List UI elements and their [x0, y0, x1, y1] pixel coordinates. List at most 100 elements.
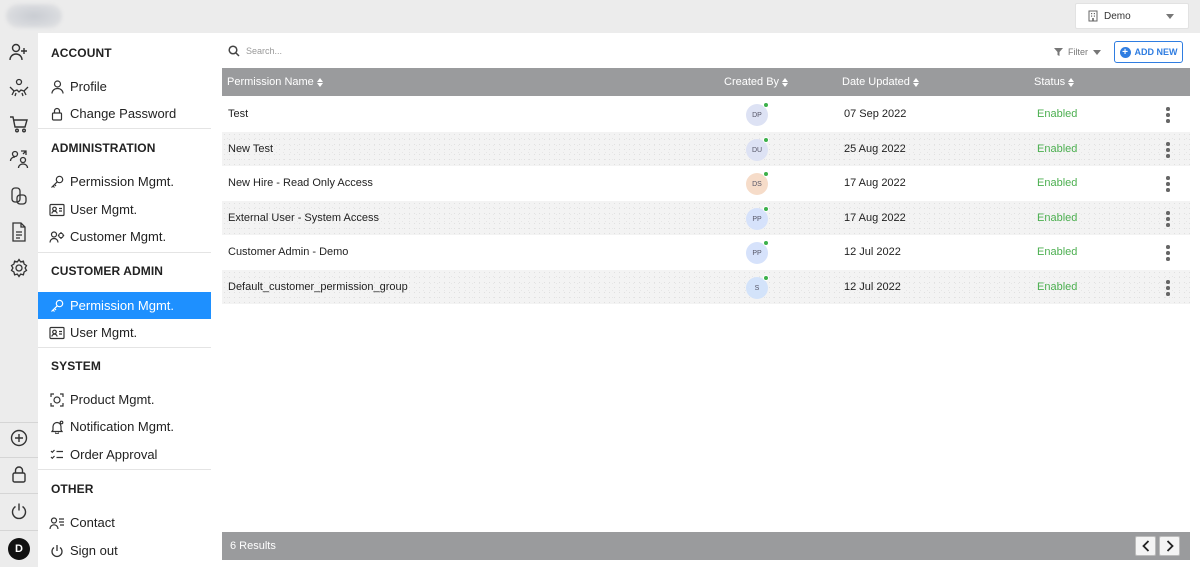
- online-status-dot: [763, 102, 769, 108]
- online-status-dot: [763, 137, 769, 143]
- search-input[interactable]: Search...: [246, 46, 282, 56]
- lock-icon[interactable]: [8, 463, 30, 485]
- table-row[interactable]: Test DP 07 Sep 2022 Enabled: [222, 97, 1190, 131]
- section-title-customer-admin: CUSTOMER ADMIN: [51, 264, 164, 278]
- gear-icon[interactable]: [8, 257, 30, 279]
- chevron-left-icon: [1141, 540, 1150, 552]
- filter-label: Filter: [1068, 47, 1088, 57]
- previous-page-button[interactable]: [1135, 536, 1156, 556]
- online-status-dot: [763, 240, 769, 246]
- menu-item-customer-permission-mgmt[interactable]: Permission Mgmt.: [38, 292, 211, 319]
- menu-divider: [38, 252, 211, 253]
- search-bar[interactable]: Search...: [228, 45, 282, 57]
- id-card-icon: [49, 202, 65, 218]
- creator-initials: DP: [752, 111, 762, 119]
- menu-item-label: Order Approval: [70, 447, 158, 462]
- rail-divider: [0, 422, 38, 423]
- organization-select-value: Demo: [1104, 10, 1131, 22]
- column-header-permission-name[interactable]: Permission Name: [227, 76, 323, 88]
- menu-item-notification-mgmt[interactable]: Notification Mgmt.: [38, 413, 211, 440]
- menu-divider: [38, 128, 211, 129]
- sort-icon: [782, 77, 789, 87]
- company-logo[interactable]: [6, 4, 62, 28]
- column-header-status[interactable]: Status: [1034, 76, 1075, 88]
- menu-item-product-mgmt[interactable]: Product Mgmt.: [38, 386, 211, 413]
- creator-avatar: DS: [746, 171, 769, 195]
- key-icon: [49, 174, 65, 190]
- table-row[interactable]: New Test DU 25 Aug 2022 Enabled: [222, 132, 1190, 166]
- date-updated: 07 Sep 2022: [844, 108, 907, 120]
- menu-item-label: User Mgmt.: [70, 325, 138, 340]
- cart-icon[interactable]: [8, 113, 30, 135]
- more-options-icon[interactable]: [1166, 176, 1170, 192]
- more-options-icon[interactable]: [1166, 280, 1170, 296]
- menu-item-change-password[interactable]: Change Password: [38, 100, 211, 127]
- add-new-button[interactable]: + ADD NEW: [1114, 41, 1183, 63]
- sidebar-menu: ACCOUNT Profile Change Password ADMINIST…: [38, 33, 212, 567]
- contact-icon: [49, 515, 65, 531]
- menu-item-admin-user-mgmt[interactable]: User Mgmt.: [38, 196, 211, 223]
- date-updated: 25 Aug 2022: [844, 143, 906, 155]
- table-row[interactable]: External User - System Access PP 17 Aug …: [222, 201, 1190, 235]
- table-row[interactable]: Default_customer_permission_group S 12 J…: [222, 270, 1190, 304]
- permission-name[interactable]: Test: [228, 108, 248, 120]
- next-page-button[interactable]: [1159, 536, 1180, 556]
- status-badge: Enabled: [1037, 212, 1078, 224]
- menu-item-order-approval[interactable]: Order Approval: [38, 441, 211, 468]
- rail-divider: [0, 493, 38, 494]
- building-icon: [1088, 10, 1098, 22]
- menu-item-label: User Mgmt.: [70, 202, 138, 217]
- table-header: Permission Name Created By Date Updated …: [222, 68, 1190, 96]
- menu-divider: [38, 347, 211, 348]
- table-row[interactable]: Customer Admin - Demo PP 12 Jul 2022 Ena…: [222, 235, 1190, 269]
- menu-item-contact[interactable]: Contact: [38, 509, 211, 536]
- permission-name[interactable]: Default_customer_permission_group: [228, 281, 408, 293]
- permission-name[interactable]: External User - System Access: [228, 212, 379, 224]
- column-header-created-by[interactable]: Created By: [724, 76, 789, 88]
- status-badge: Enabled: [1037, 281, 1078, 293]
- column-header-date-updated[interactable]: Date Updated: [842, 76, 919, 88]
- user-avatar[interactable]: D: [8, 538, 30, 560]
- menu-item-admin-permission-mgmt[interactable]: Permission Mgmt.: [38, 168, 211, 195]
- organization-select[interactable]: Demo: [1075, 3, 1189, 29]
- menu-item-customer-user-mgmt[interactable]: User Mgmt.: [38, 319, 211, 346]
- sort-icon: [912, 77, 919, 87]
- more-options-icon[interactable]: [1166, 211, 1170, 227]
- column-header-label: Permission Name: [227, 76, 314, 88]
- power-icon[interactable]: [8, 500, 30, 522]
- bell-icon: [49, 419, 65, 435]
- creator-avatar: PP: [746, 240, 769, 264]
- more-options-icon[interactable]: [1166, 245, 1170, 261]
- menu-item-sign-out[interactable]: Sign out: [38, 537, 211, 564]
- filter-dropdown[interactable]: Filter: [1054, 47, 1101, 57]
- handshake-icon[interactable]: [8, 77, 30, 99]
- online-status-dot: [763, 275, 769, 281]
- date-updated: 12 Jul 2022: [844, 246, 901, 258]
- power-icon: [49, 543, 65, 559]
- date-updated: 17 Aug 2022: [844, 212, 906, 224]
- more-options-icon[interactable]: [1166, 107, 1170, 123]
- more-options-icon[interactable]: [1166, 142, 1170, 158]
- menu-item-label: Permission Mgmt.: [70, 298, 175, 313]
- plus-circle-icon[interactable]: [8, 427, 30, 449]
- online-status-dot: [763, 206, 769, 212]
- users-switch-icon[interactable]: [8, 148, 30, 170]
- top-bar: Demo: [0, 0, 1200, 33]
- rail-divider: [0, 457, 38, 458]
- date-updated: 12 Jul 2022: [844, 281, 901, 293]
- permission-name[interactable]: New Test: [228, 143, 273, 155]
- status-badge: Enabled: [1037, 177, 1078, 189]
- creator-avatar: S: [746, 275, 769, 299]
- permission-name[interactable]: Customer Admin - Demo: [228, 246, 348, 258]
- checklist-icon: [49, 447, 65, 463]
- add-user-icon[interactable]: [8, 41, 30, 63]
- creator-initials: PP: [752, 249, 762, 257]
- creator-avatar: PP: [746, 206, 769, 230]
- document-icon[interactable]: [8, 221, 30, 243]
- permission-name[interactable]: New Hire - Read Only Access: [228, 177, 373, 189]
- menu-item-customer-mgmt[interactable]: Customer Mgmt.: [38, 223, 211, 250]
- menu-item-profile[interactable]: Profile: [38, 73, 211, 100]
- creator-initials: S: [754, 284, 760, 292]
- coins-icon[interactable]: [8, 185, 30, 207]
- table-row[interactable]: New Hire - Read Only Access DS 17 Aug 20…: [222, 166, 1190, 200]
